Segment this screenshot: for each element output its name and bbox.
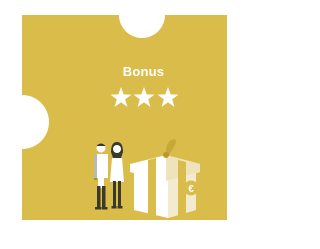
svg-text:€: €	[188, 184, 194, 195]
euro-icon: €	[183, 180, 199, 196]
bonus-title: Bonus	[122, 64, 165, 79]
bonus-card: € Bonus	[0, 0, 246, 244]
bonus-card-illustration: €	[0, 0, 227, 220]
